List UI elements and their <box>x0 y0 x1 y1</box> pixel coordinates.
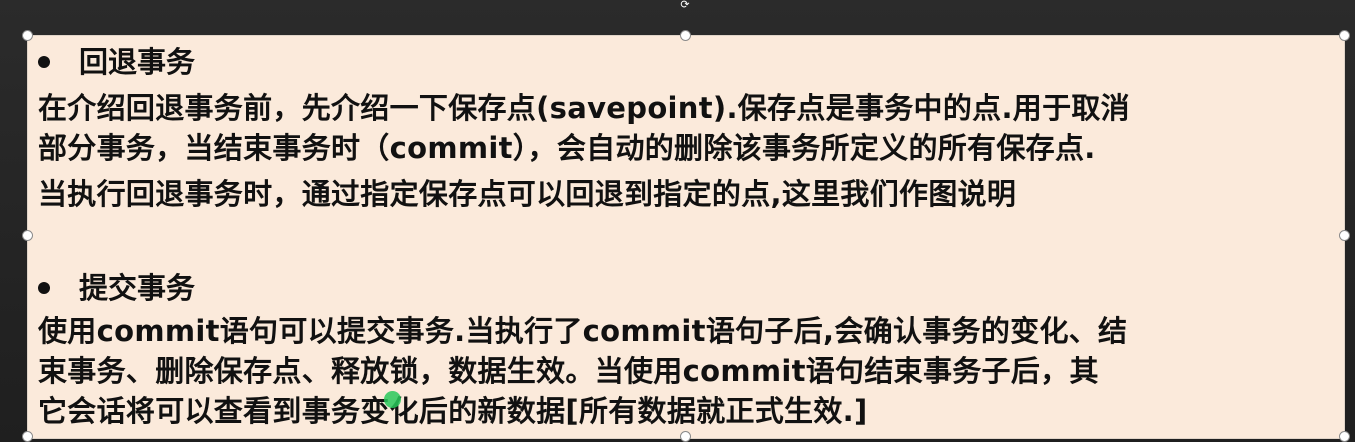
section-heading-text: 回退事务 <box>79 45 196 79</box>
paragraph-line: 它会话将可以查看到事务变化后的新数据[所有数据就正式生效.] <box>38 394 868 428</box>
bullet-dot-icon <box>38 56 50 68</box>
resize-handle-bottom-left[interactable] <box>22 431 33 442</box>
resize-handle-middle-right[interactable] <box>1339 230 1350 241</box>
bullet-dot-icon <box>38 282 50 294</box>
resize-handle-top-center[interactable] <box>680 30 691 41</box>
resize-handle-bottom-center[interactable] <box>680 431 691 442</box>
rotate-handle-icon[interactable]: ⟳ <box>679 0 691 10</box>
resize-handle-middle-left[interactable] <box>22 230 33 241</box>
laser-pointer-icon <box>384 391 401 408</box>
paragraph-line: 束事务、删除保存点、释放锁，数据生效。当使用commit语句结束事务子后，其 <box>38 354 1099 388</box>
paragraph-line: 使用commit语句可以提交事务.当执行了commit语句子后,会确认事务的变化… <box>38 314 1128 348</box>
paragraph-line: 在介绍回退事务前，先介绍一下保存点(savepoint).保存点是事务中的点.用… <box>38 91 1130 125</box>
section-heading-text: 提交事务 <box>79 271 196 305</box>
section-heading-commit: 提交事务 <box>38 270 195 306</box>
resize-handle-top-left[interactable] <box>22 30 33 41</box>
section-heading-rollback: 回退事务 <box>38 44 195 80</box>
paragraph-line: 当执行回退事务时，通过指定保存点可以回退到指定的点,这里我们作图说明 <box>38 177 1017 211</box>
resize-handle-top-right[interactable] <box>1339 30 1350 41</box>
resize-handle-bottom-right[interactable] <box>1339 431 1350 442</box>
paragraph-line: 部分事务，当结束事务时（commit），会自动的删除该事务所定义的所有保存点. <box>38 131 1096 165</box>
